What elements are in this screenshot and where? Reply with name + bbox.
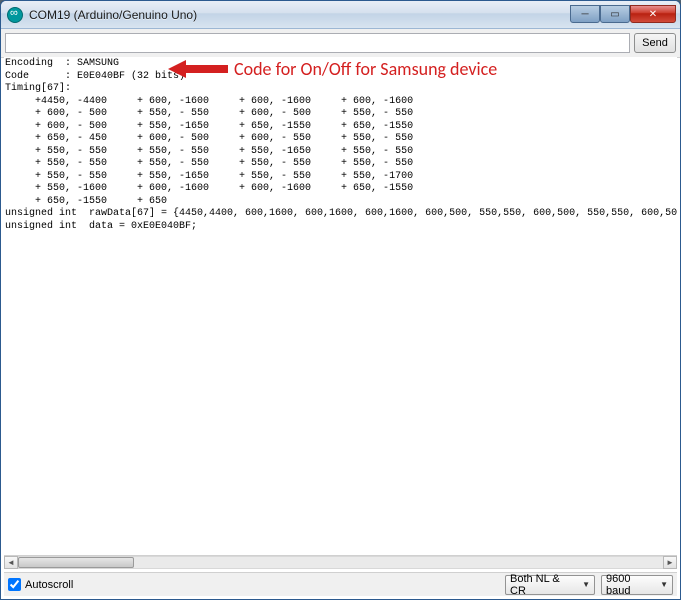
horizontal-scrollbar[interactable]: ◄ ► [4, 555, 677, 569]
titlebar[interactable]: COM19 (Arduino/Genuino Uno) ─ ▭ ✕ [1, 1, 680, 29]
autoscroll-label: Autoscroll [25, 579, 73, 591]
chevron-down-icon: ▼ [582, 580, 590, 589]
maximize-button[interactable]: ▭ [600, 5, 630, 23]
scroll-track[interactable] [18, 556, 663, 569]
arduino-icon [7, 7, 23, 23]
window-title: COM19 (Arduino/Genuino Uno) [29, 8, 570, 22]
scroll-thumb[interactable] [18, 557, 134, 568]
input-toolbar: Send [1, 29, 680, 58]
autoscroll-checkbox[interactable]: Autoscroll [8, 578, 499, 591]
serial-input[interactable] [5, 33, 630, 53]
close-button[interactable]: ✕ [630, 5, 676, 23]
window-frame: COM19 (Arduino/Genuino Uno) ─ ▭ ✕ Send E… [0, 0, 681, 600]
serial-output[interactable]: Encoding : SAMSUNG Code : E0E040BF (32 b… [4, 57, 677, 555]
chevron-down-icon: ▼ [660, 580, 668, 589]
baud-value: 9600 baud [606, 573, 654, 597]
line-ending-dropdown[interactable]: Both NL & CR ▼ [505, 575, 595, 595]
autoscroll-checkbox-input[interactable] [8, 578, 21, 591]
scroll-right-arrow-icon[interactable]: ► [663, 556, 677, 569]
line-ending-value: Both NL & CR [510, 573, 576, 597]
content-area: Encoding : SAMSUNG Code : E0E040BF (32 b… [4, 57, 677, 569]
footer-toolbar: Autoscroll Both NL & CR ▼ 9600 baud ▼ [4, 572, 677, 596]
scroll-left-arrow-icon[interactable]: ◄ [4, 556, 18, 569]
window-buttons: ─ ▭ ✕ [570, 6, 676, 23]
send-button[interactable]: Send [634, 33, 676, 53]
minimize-button[interactable]: ─ [570, 5, 600, 23]
baud-dropdown[interactable]: 9600 baud ▼ [601, 575, 673, 595]
